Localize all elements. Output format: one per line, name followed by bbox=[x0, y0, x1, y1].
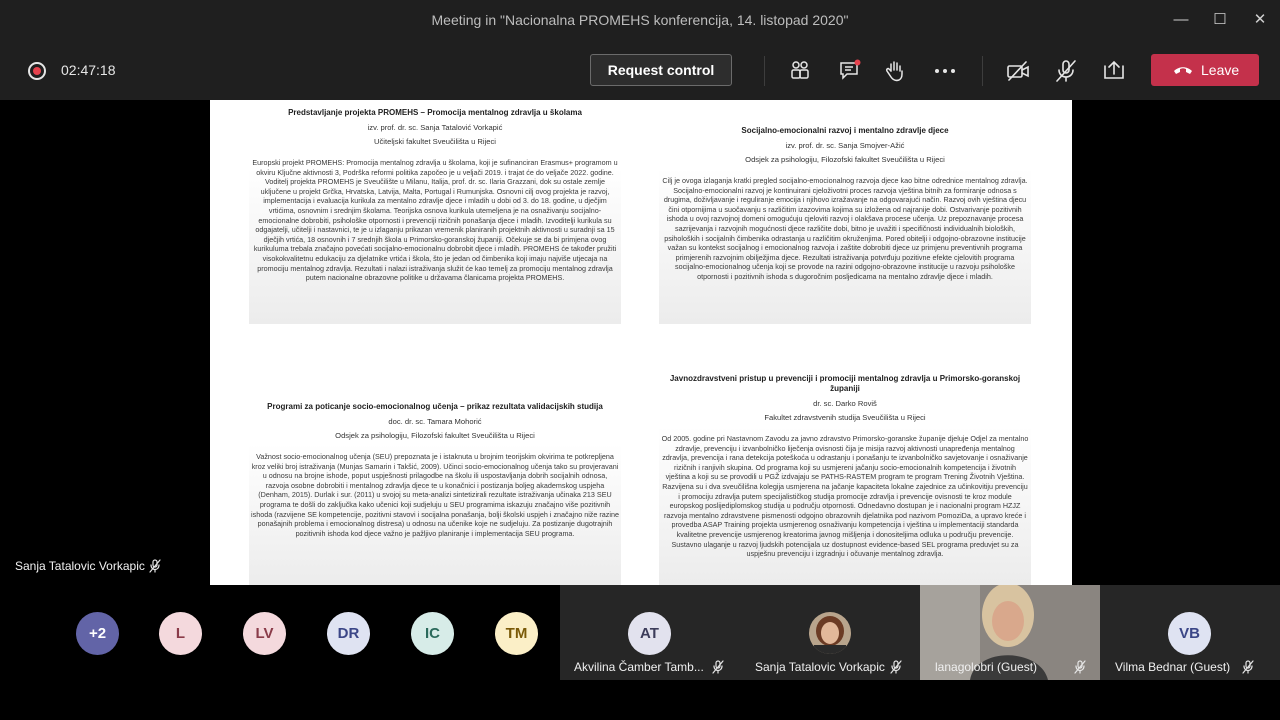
avatar[interactable]: IC bbox=[411, 612, 454, 655]
maximize-icon[interactable]: ☐ bbox=[1205, 6, 1235, 34]
avatar: AT bbox=[628, 612, 671, 655]
participant-gallery: +2 L LV DR IC TM AT Akvilina Čamber Tamb… bbox=[0, 585, 1280, 680]
close-icon[interactable]: ✕ bbox=[1245, 6, 1275, 34]
presenter-name: Sanja Tatalovic Vorkapic bbox=[15, 559, 145, 573]
window-title: Meeting in "Nacionalna PROMEHS konferenc… bbox=[431, 12, 849, 28]
window-title-bar: Meeting in "Nacionalna PROMEHS konferenc… bbox=[0, 0, 1280, 40]
mic-off-icon bbox=[149, 559, 161, 573]
minimize-icon[interactable]: — bbox=[1166, 6, 1196, 34]
mic-off-icon bbox=[712, 660, 724, 674]
toolbar-divider bbox=[764, 56, 765, 86]
bottom-spacer bbox=[0, 680, 1280, 720]
raise-hand-icon[interactable] bbox=[883, 58, 909, 84]
abstract-card: Socijalno-emocionalni razvoj i mentalno … bbox=[659, 126, 1031, 324]
abstract-author: izv. prof. dr. sc. Sanja Tatalović Vorka… bbox=[367, 123, 503, 132]
abstract-institution: Učiteljski fakultet Sveučilišta u Rijeci bbox=[374, 137, 496, 146]
hang-up-icon bbox=[1174, 67, 1192, 74]
avatar: VB bbox=[1168, 612, 1211, 655]
leave-label: Leave bbox=[1201, 62, 1240, 78]
avatar[interactable]: DR bbox=[327, 612, 370, 655]
recording-icon bbox=[28, 62, 46, 80]
abstract-card: Programi za poticanje socio-emocionalnog… bbox=[249, 402, 621, 585]
participant-name: Akvilina Čamber Tamb... bbox=[574, 660, 704, 674]
abstract-body: Od 2005. godine pri Nastavnom Zavodu za … bbox=[661, 434, 1029, 559]
abstract-institution: Odsjek za psihologiju, Filozofski fakult… bbox=[335, 431, 535, 440]
abstract-author: doc. dr. sc. Tamara Mohorić bbox=[388, 417, 482, 426]
abstract-title: Predstavljanje projekta PROMEHS – Promoc… bbox=[288, 108, 582, 117]
profile-photo-avatar bbox=[809, 612, 851, 654]
abstract-body: Važnost socio-emocionalnog učenja (SEU) … bbox=[251, 452, 619, 538]
participant-name: lanagolobri (Guest) bbox=[935, 660, 1038, 674]
abstract-body: Europski projekt PROMEHS: Promocija ment… bbox=[252, 158, 618, 283]
abstract-card: Javnozdravstveni pristup u prevenciji i … bbox=[659, 374, 1031, 585]
abstract-author: dr. sc. Darko Roviš bbox=[813, 399, 877, 408]
chat-icon[interactable] bbox=[837, 58, 863, 84]
abstract-card: Predstavljanje projekta PROMEHS – Promoc… bbox=[249, 108, 621, 324]
toolbar-divider bbox=[982, 56, 983, 86]
camera-off-icon[interactable] bbox=[1005, 58, 1031, 84]
abstract-title: Socijalno-emocionalni razvoj i mentalno … bbox=[741, 126, 949, 135]
participants-icon[interactable] bbox=[787, 58, 813, 84]
leave-button[interactable]: Leave bbox=[1151, 54, 1259, 86]
mic-off-icon[interactable] bbox=[1053, 58, 1079, 84]
mic-off-icon bbox=[890, 660, 902, 674]
avatar[interactable]: L bbox=[159, 612, 202, 655]
participant-name: Vilma Bednar (Guest) bbox=[1115, 660, 1231, 674]
participant-tile[interactable]: Sanja Tatalovic Vorkapic bbox=[740, 585, 920, 680]
abstract-title: Javnozdravstveni pristup u prevenciji i … bbox=[669, 374, 1021, 393]
meeting-toolbar: 02:47:18 Request control Leave bbox=[0, 40, 1280, 100]
more-options-icon[interactable] bbox=[932, 58, 958, 84]
meeting-timer: 02:47:18 bbox=[61, 62, 116, 78]
abstract-author: izv. prof. dr. sc. Sanja Smojver-Ažić bbox=[785, 141, 905, 150]
abstract-institution: Odsjek za psihologiju, Filozofski fakult… bbox=[745, 155, 945, 164]
participant-name: Sanja Tatalovic Vorkapic bbox=[755, 660, 885, 674]
mic-off-icon bbox=[1242, 660, 1254, 674]
avatar[interactable]: LV bbox=[243, 612, 286, 655]
participant-tile[interactable]: AT Akvilina Čamber Tamb... bbox=[560, 585, 740, 680]
abstract-body: Cilj je ovoga izlaganja kratki pregled s… bbox=[662, 176, 1028, 281]
abstract-institution: Fakultet zdravstvenih studija Sveučilišt… bbox=[764, 413, 926, 422]
participant-tile[interactable]: VB Vilma Bednar (Guest) bbox=[1100, 585, 1280, 680]
more-participants-avatar[interactable]: +2 bbox=[76, 612, 119, 655]
request-control-button[interactable]: Request control bbox=[590, 54, 732, 86]
avatar[interactable]: TM bbox=[495, 612, 538, 655]
participant-video-tile[interactable]: lanagolobri (Guest) bbox=[920, 585, 1100, 680]
abstract-title: Programi za poticanje socio-emocionalnog… bbox=[267, 402, 603, 411]
shared-content-stage: Predstavljanje projekta PROMEHS – Promoc… bbox=[0, 100, 1280, 585]
mic-off-icon bbox=[1074, 660, 1086, 674]
share-screen-icon[interactable] bbox=[1101, 58, 1127, 84]
shared-document: Predstavljanje projekta PROMEHS – Promoc… bbox=[210, 100, 1072, 585]
